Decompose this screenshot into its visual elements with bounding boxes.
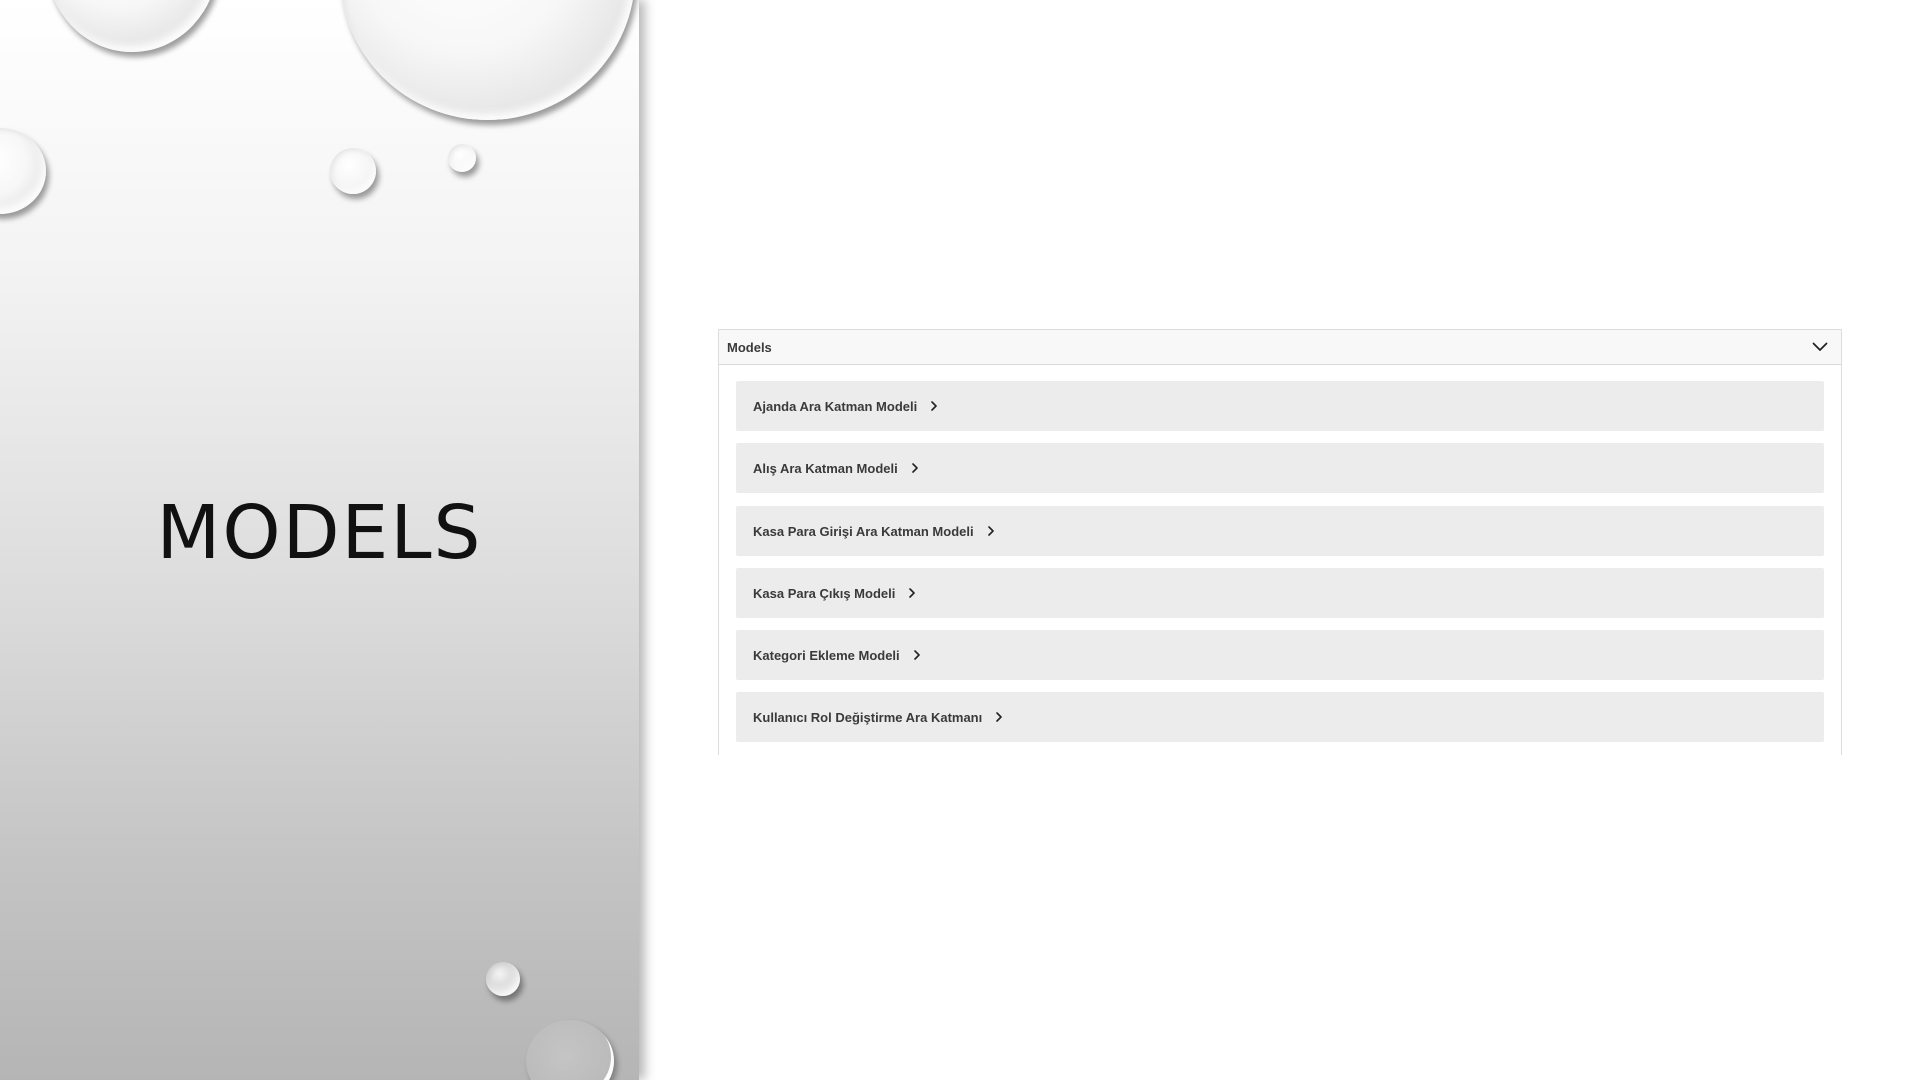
chevron-down-icon[interactable] (1809, 336, 1831, 358)
decorative-water-drop-panel: MODELS (0, 0, 639, 1080)
model-item-label: Kullanıcı Rol Değiştirme Ara Katmanı (753, 709, 983, 725)
models-accordion-panel: Models Ajanda Ara Katman Modeli Alış Ara… (718, 329, 1842, 755)
chevron-right-icon (911, 462, 922, 474)
model-item-kullanici-rol[interactable]: Kullanıcı Rol Değiştirme Ara Katmanı (736, 692, 1824, 742)
chevron-right-icon (987, 525, 998, 537)
model-item-label: Kategori Ekleme Modeli (753, 647, 900, 663)
model-item-kasa-para-girisi[interactable]: Kasa Para Girişi Ara Katman Modeli (736, 506, 1824, 556)
chevron-right-icon (913, 649, 924, 661)
model-item-alis[interactable]: Alış Ara Katman Modeli (736, 443, 1824, 493)
model-item-label: Kasa Para Çıkış Modeli (753, 585, 896, 601)
model-item-label: Alış Ara Katman Modeli (753, 460, 898, 476)
model-item-label: Ajanda Ara Katman Modeli (753, 398, 918, 414)
model-item-ajanda[interactable]: Ajanda Ara Katman Modeli (736, 381, 1824, 431)
water-drop-decoration (330, 148, 376, 194)
water-drop-decoration (448, 144, 476, 172)
slide: MODELS Models Ajanda Ara Katman Modeli A… (0, 0, 1920, 1080)
models-list: Ajanda Ara Katman Modeli Alış Ara Katman… (719, 365, 1841, 742)
chevron-right-icon (931, 400, 941, 412)
water-drop-decoration (0, 128, 46, 214)
model-item-kasa-para-cikis[interactable]: Kasa Para Çıkış Modeli (736, 568, 1824, 618)
chevron-right-icon (996, 711, 1006, 723)
water-drop-decoration (526, 1020, 614, 1080)
models-panel-title: Models (727, 339, 772, 355)
water-drop-decoration (46, 0, 218, 52)
models-panel-header[interactable]: Models (719, 330, 1841, 365)
slide-title: MODELS (156, 490, 483, 576)
water-drop-decoration (486, 962, 520, 996)
model-item-label: Kasa Para Girişi Ara Katman Modeli (753, 523, 974, 539)
water-drop-decoration (340, 0, 635, 120)
model-item-kategori-ekleme[interactable]: Kategori Ekleme Modeli (736, 630, 1824, 680)
chevron-right-icon (909, 587, 919, 599)
